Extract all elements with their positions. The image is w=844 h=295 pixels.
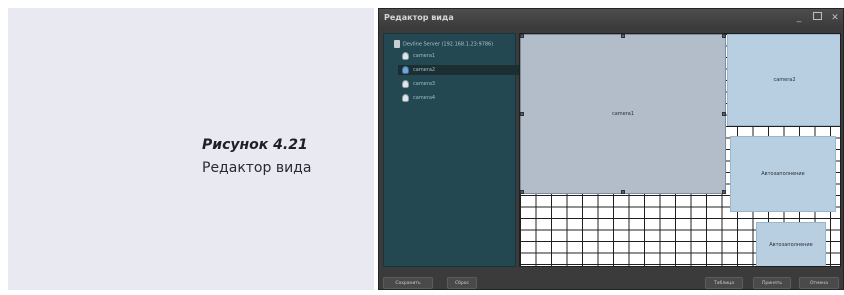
save-button[interactable]: Сохранить bbox=[383, 277, 433, 289]
tree-item-label: camera4 bbox=[413, 95, 436, 101]
layout-cell-autofill[interactable]: Автозаполнение bbox=[730, 136, 836, 212]
tree-item-camera1[interactable]: camera1 bbox=[402, 51, 435, 61]
figure-number: Рисунок 4.21 bbox=[202, 137, 308, 153]
tree-item-label: camera3 bbox=[413, 81, 436, 87]
resize-handle[interactable] bbox=[621, 34, 625, 38]
figure-caption-panel bbox=[8, 8, 374, 290]
tree-item-camera2[interactable]: camera2 bbox=[398, 65, 520, 75]
resize-handle[interactable] bbox=[520, 112, 524, 116]
maximize-icon[interactable] bbox=[811, 12, 823, 24]
table-button[interactable]: Таблица bbox=[705, 277, 743, 289]
layout-cell-autofill[interactable]: Автозаполнение bbox=[756, 222, 826, 266]
resize-handle[interactable] bbox=[520, 190, 524, 194]
layout-cell-camera2[interactable]: camera2 bbox=[727, 34, 840, 126]
resize-handle[interactable] bbox=[722, 34, 726, 38]
layout-cell-label: camera1 bbox=[611, 111, 635, 117]
resize-handle[interactable] bbox=[621, 190, 625, 194]
minimize-icon[interactable]: _ bbox=[793, 12, 805, 24]
camera-icon bbox=[402, 51, 409, 60]
tree-item-label: camera1 bbox=[413, 53, 436, 59]
layout-cell-label: camera2 bbox=[773, 77, 796, 83]
window-title: Редактор вида bbox=[384, 13, 454, 22]
resize-handle[interactable] bbox=[520, 34, 524, 38]
reset-button[interactable]: Сброс bbox=[447, 277, 477, 289]
tree-item-camera4[interactable]: camera4 bbox=[402, 93, 435, 103]
layout-cell-camera1[interactable]: camera1 bbox=[520, 34, 726, 194]
close-icon[interactable]: ✕ bbox=[829, 12, 841, 24]
tree-item-camera3[interactable]: camera3 bbox=[402, 79, 435, 89]
view-editor-window: Редактор вида _ ✕ Devline Server (192.16… bbox=[378, 8, 844, 290]
camera-icon bbox=[402, 65, 409, 74]
layout-cell-label: Автозаполнение bbox=[769, 242, 813, 248]
camera-icon bbox=[402, 93, 409, 102]
camera-tree: Devline Server (192.168.1.23:9786) camer… bbox=[383, 33, 520, 267]
apply-button[interactable]: Принять bbox=[753, 277, 791, 289]
cancel-button[interactable]: Отмена bbox=[799, 277, 839, 289]
figure-caption: Редактор вида bbox=[202, 160, 312, 176]
server-icon bbox=[394, 40, 400, 48]
resize-handle[interactable] bbox=[722, 190, 726, 194]
resize-handle[interactable] bbox=[722, 112, 726, 116]
layout-cell-label: Автозаполнение bbox=[761, 171, 805, 177]
server-label: Devline Server (192.168.1.23:9786) bbox=[403, 41, 494, 48]
camera-icon bbox=[402, 79, 409, 88]
tree-server-node[interactable]: Devline Server (192.168.1.23:9786) bbox=[394, 40, 493, 48]
layout-grid[interactable]: camera1 camera2 Автозаполнение Автозапол… bbox=[519, 33, 841, 267]
window-titlebar[interactable]: Редактор вида _ ✕ bbox=[379, 9, 843, 29]
tree-item-label: camera2 bbox=[413, 67, 436, 73]
